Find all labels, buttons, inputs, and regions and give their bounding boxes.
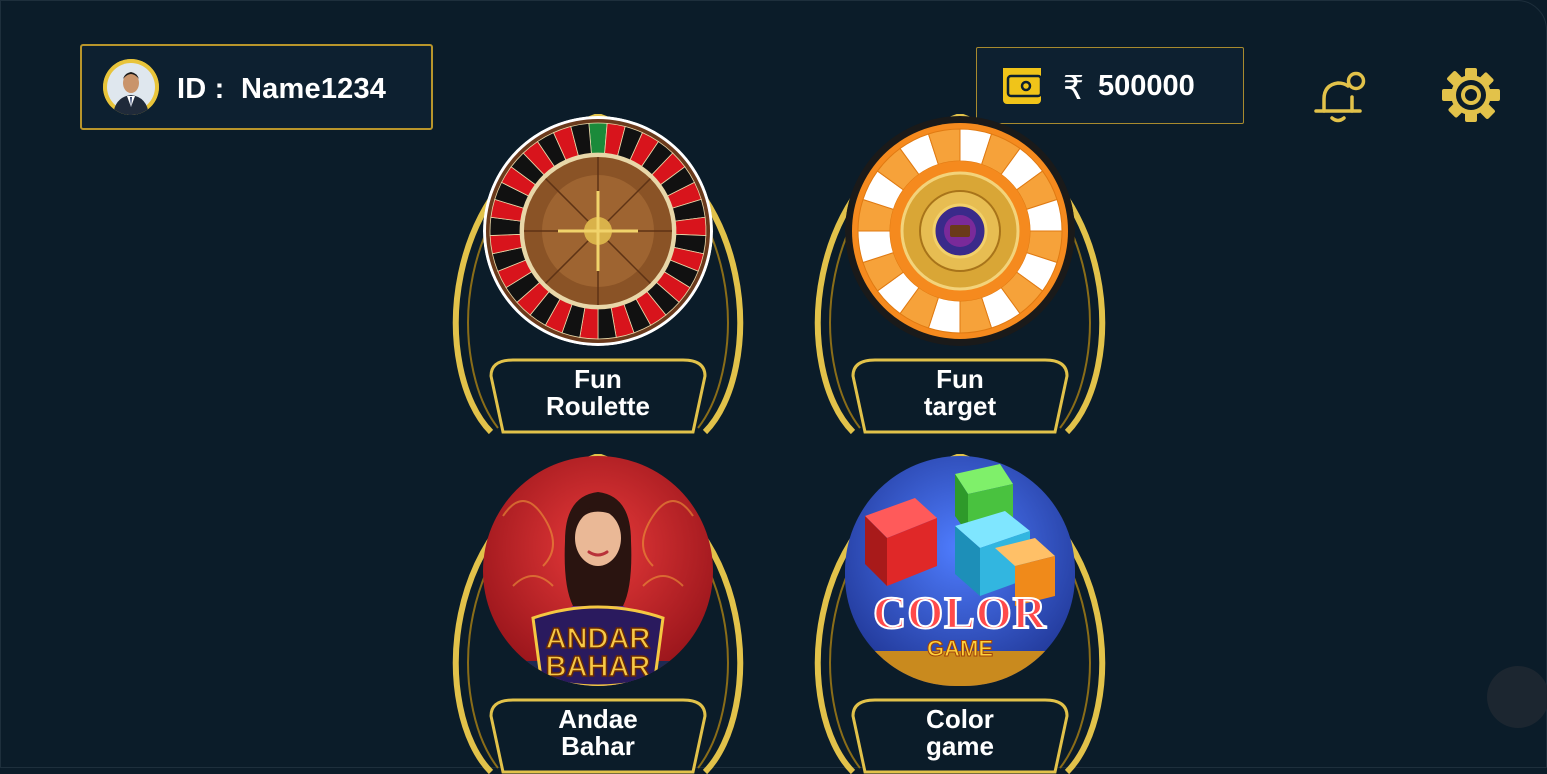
art-title-line2: GAME [927,636,993,661]
game-card-andar-bahar[interactable]: ANDAR BAHAR Andae Bahar [443,454,753,774]
game-title-line2: Roulette [546,391,650,421]
color-game-image: COLOR GAME [845,456,1075,686]
profile-card[interactable]: ID : Name1234 [80,44,433,130]
currency-symbol: ₹ [1063,69,1084,106]
roulette-wheel-image [483,116,713,346]
game-title-line1: Andae [558,704,638,734]
wallet-balance-box[interactable]: ₹ 500000 [976,47,1244,124]
game-title-line1: Fun [936,364,984,394]
game-title-line2: target [923,391,997,421]
game-title-line2: Bahar [561,731,635,761]
bell-icon[interactable] [1312,69,1368,125]
game-title-line1: Fun [574,364,622,394]
avatar[interactable] [103,59,159,115]
username: Name1234 [241,73,387,105]
art-title-line2: BAHAR [546,651,651,683]
game-card-color-game[interactable]: COLOR GAME Color game [805,454,1115,774]
user-id-label: ID : Name1234 [177,73,386,106]
art-title-line1: COLOR [873,587,1047,638]
floating-action-button[interactable] [1487,666,1547,728]
game-title-line1: Color [926,704,994,734]
game-title: Color game [845,706,1075,760]
balance-amount: 500000 [1098,70,1195,102]
game-title: Andae Bahar [483,706,713,760]
target-wheel-image [845,116,1075,346]
game-title: Fun Roulette [483,366,713,420]
id-prefix: ID : [177,73,225,105]
gear-icon[interactable] [1440,66,1502,124]
game-card-fun-target[interactable]: Fun target [805,114,1115,434]
wallet-icon [1003,68,1041,104]
game-card-fun-roulette[interactable]: Fun Roulette [443,114,753,434]
andar-bahar-image: ANDAR BAHAR [483,456,713,686]
game-title: Fun target [845,366,1075,420]
game-title-line2: game [926,731,994,761]
